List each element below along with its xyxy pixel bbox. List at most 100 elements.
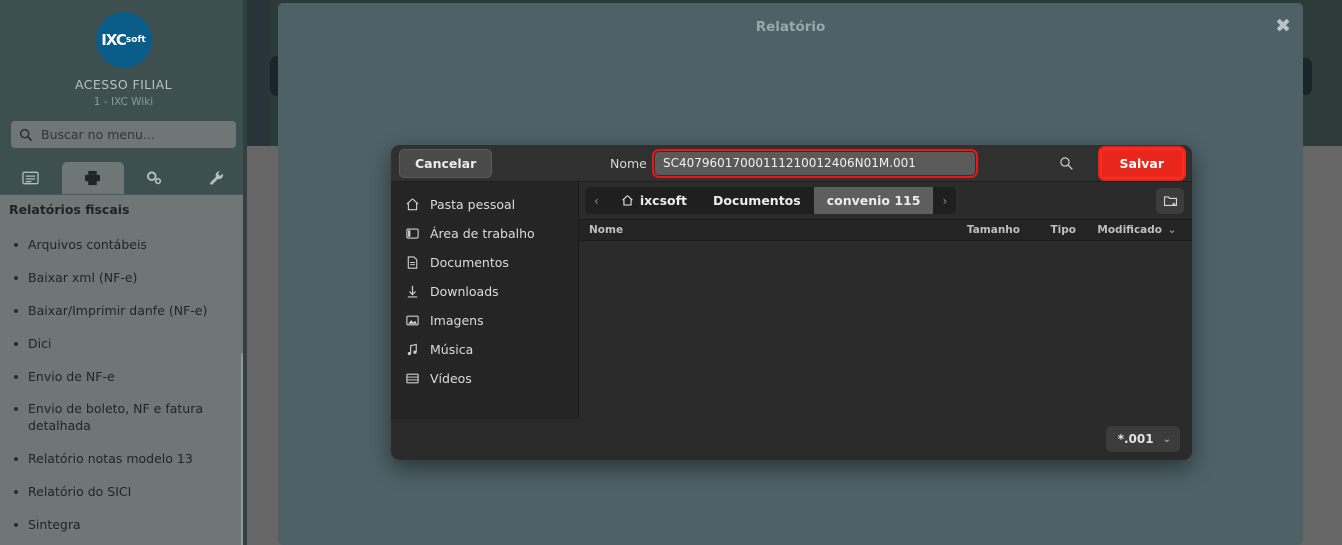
place-label: Downloads (430, 284, 499, 299)
chevron-down-icon: ⌄ (1162, 433, 1171, 445)
file-chooser-footer: *.001 ⌄ (391, 419, 1192, 459)
printer-icon (85, 170, 101, 186)
menu-item-label: Baixar/Imprimir danfe (NF-e) (28, 302, 208, 318)
filename-input[interactable]: SC40796017000111210012406N01M.001 (652, 148, 978, 178)
column-header-tipo[interactable]: Tipo (1020, 224, 1077, 236)
list-icon (22, 171, 40, 185)
menu-item[interactable]: Sintegra (0, 509, 247, 542)
column-header-tamanho[interactable]: Tamanho (950, 224, 1020, 236)
place-label: Pasta pessoal (430, 197, 516, 212)
sidebar-tab-print[interactable] (61, 162, 124, 194)
file-search-button[interactable] (1059, 156, 1074, 171)
bullet-icon (14, 490, 18, 494)
menu-item[interactable]: Envio de boleto, NF e fatura detalhada (0, 393, 247, 443)
menu-search-placeholder: Buscar no menu... (41, 127, 155, 142)
gears-icon (147, 171, 162, 185)
account-name: ACESSO FILIAL (75, 77, 172, 92)
home-icon (622, 195, 633, 206)
menu-item-label: Sintegra (28, 516, 81, 532)
menu-item[interactable]: Relatório notas modelo 13 (0, 443, 247, 476)
modal-title: Relatório (755, 19, 826, 35)
new-folder-icon (1163, 195, 1177, 206)
new-folder-button[interactable] (1156, 187, 1184, 214)
place-label: Imagens (430, 313, 484, 328)
place-label: Vídeos (430, 371, 472, 386)
video-icon (406, 373, 419, 384)
menu-item[interactable]: Arquivos contábeis (0, 229, 247, 262)
search-icon (19, 128, 33, 141)
menu-item[interactable]: Relatório do SICI (0, 476, 247, 509)
place-item-area-de-trabalho[interactable]: Área de trabalho (391, 219, 578, 248)
content-rail (247, 0, 270, 146)
column-header-nome[interactable]: Nome (589, 224, 950, 236)
menu-item[interactable]: Dici (0, 328, 247, 361)
sidebar-tab-list[interactable] (0, 162, 62, 194)
menu-item[interactable]: Baixar/Imprimir danfe (NF-e) (0, 295, 247, 328)
place-label: Área de trabalho (430, 226, 535, 241)
file-chooser-header: Cancelar Nome SC40796017000111210012406N… (391, 145, 1192, 182)
logo-text: IXC (101, 31, 127, 49)
place-label: Documentos (430, 255, 509, 270)
breadcrumb-label: ixcsoft (639, 193, 688, 208)
menu-item-label: Arquivos contábeis (28, 237, 147, 252)
logo-suffix: soft (125, 35, 146, 45)
save-button[interactable]: Salvar (1099, 147, 1184, 179)
breadcrumb-forward-button[interactable]: › (933, 189, 956, 213)
cancel-button[interactable]: Cancelar (399, 148, 493, 178)
menu-search-input[interactable]: Buscar no menu... (11, 121, 236, 148)
menu-item-label: Relatório notas modelo 13 (28, 451, 193, 467)
chevron-down-icon[interactable]: ⌄ (1162, 224, 1182, 236)
image-icon (406, 315, 419, 326)
search-icon (1060, 156, 1073, 170)
place-label: Música (430, 342, 474, 357)
place-item-imagens[interactable]: Imagens (391, 306, 578, 335)
breadcrumb-item-convenio-115[interactable]: convenio 115 (813, 187, 934, 214)
account-subtitle: 1 - IXC Wiki (93, 96, 154, 108)
download-icon (407, 285, 418, 298)
bullet-icon (14, 243, 18, 247)
menu-item[interactable]: Envio de NF-e (0, 361, 247, 394)
desktop-icon (406, 228, 419, 239)
bullet-icon (14, 275, 18, 280)
bullet-icon (14, 341, 18, 346)
bullet-icon (14, 457, 18, 462)
bullet-icon (14, 522, 18, 527)
music-icon (407, 343, 417, 356)
place-item-documentos[interactable]: Documentos (391, 248, 578, 277)
breadcrumb-label: convenio 115 (826, 193, 921, 208)
file-list-header: Nome Tamanho Tipo Modificado ⌄ (579, 219, 1192, 241)
column-header-modificado[interactable]: Modificado (1076, 224, 1162, 236)
menu-list: Arquivos contábeis Baixar xml (NF-e) Bai… (0, 225, 247, 545)
close-icon[interactable]: ✖ (1275, 17, 1291, 36)
file-chooser-body: Pasta pessoal Área de trabalho Documento… (391, 182, 1192, 419)
breadcrumb-item-documentos[interactable]: Documentos (700, 187, 814, 214)
place-item-musica[interactable]: Música (391, 335, 578, 364)
breadcrumb-item-ixcsoft[interactable]: ixcsoft (608, 187, 700, 214)
bullet-icon (14, 308, 18, 313)
file-browser: ‹ ixcsoft Documentos convenio 115 › Nome… (579, 182, 1192, 419)
menu-item-label: Baixar xml (NF-e) (28, 269, 138, 285)
section-title: Relatórios fiscais (0, 195, 247, 225)
place-item-videos[interactable]: Vídeos (391, 364, 578, 393)
sidebar-tab-tools[interactable] (185, 162, 247, 194)
menu-item-label: Envio de NF-e (28, 368, 115, 384)
place-item-pasta-pessoal[interactable]: Pasta pessoal (391, 190, 578, 219)
document-icon (407, 256, 418, 269)
menu-item-label: Envio de boleto, NF e fatura detalhada (28, 401, 204, 434)
menu-item[interactable]: Baixar xml (NF-e) (0, 262, 247, 295)
file-list[interactable] (579, 241, 1192, 417)
place-item-downloads[interactable]: Downloads (391, 277, 578, 306)
path-bar: ‹ ixcsoft Documentos convenio 115 › (579, 182, 1192, 219)
file-filter-dropdown[interactable]: *.001 ⌄ (1105, 426, 1180, 452)
sidebar: IXC soft ACESSO FILIAL 1 - IXC Wiki Busca… (0, 0, 247, 545)
sidebar-tabs (0, 162, 247, 195)
file-filter-label: *.001 (1117, 432, 1154, 446)
sidebar-tab-settings[interactable] (124, 162, 186, 194)
sidebar-edge (243, 0, 247, 545)
breadcrumb-label: Documentos (713, 193, 801, 208)
filename-label: Nome (610, 155, 647, 171)
screen: IXC soft ACESSO FILIAL 1 - IXC Wiki Busca… (0, 0, 1342, 545)
breadcrumb-back-button[interactable]: ‹ (585, 189, 608, 213)
ixcsoft-logo: IXC soft (95, 12, 152, 68)
filename-value: SC40796017000111210012406N01M.001 (663, 156, 916, 170)
